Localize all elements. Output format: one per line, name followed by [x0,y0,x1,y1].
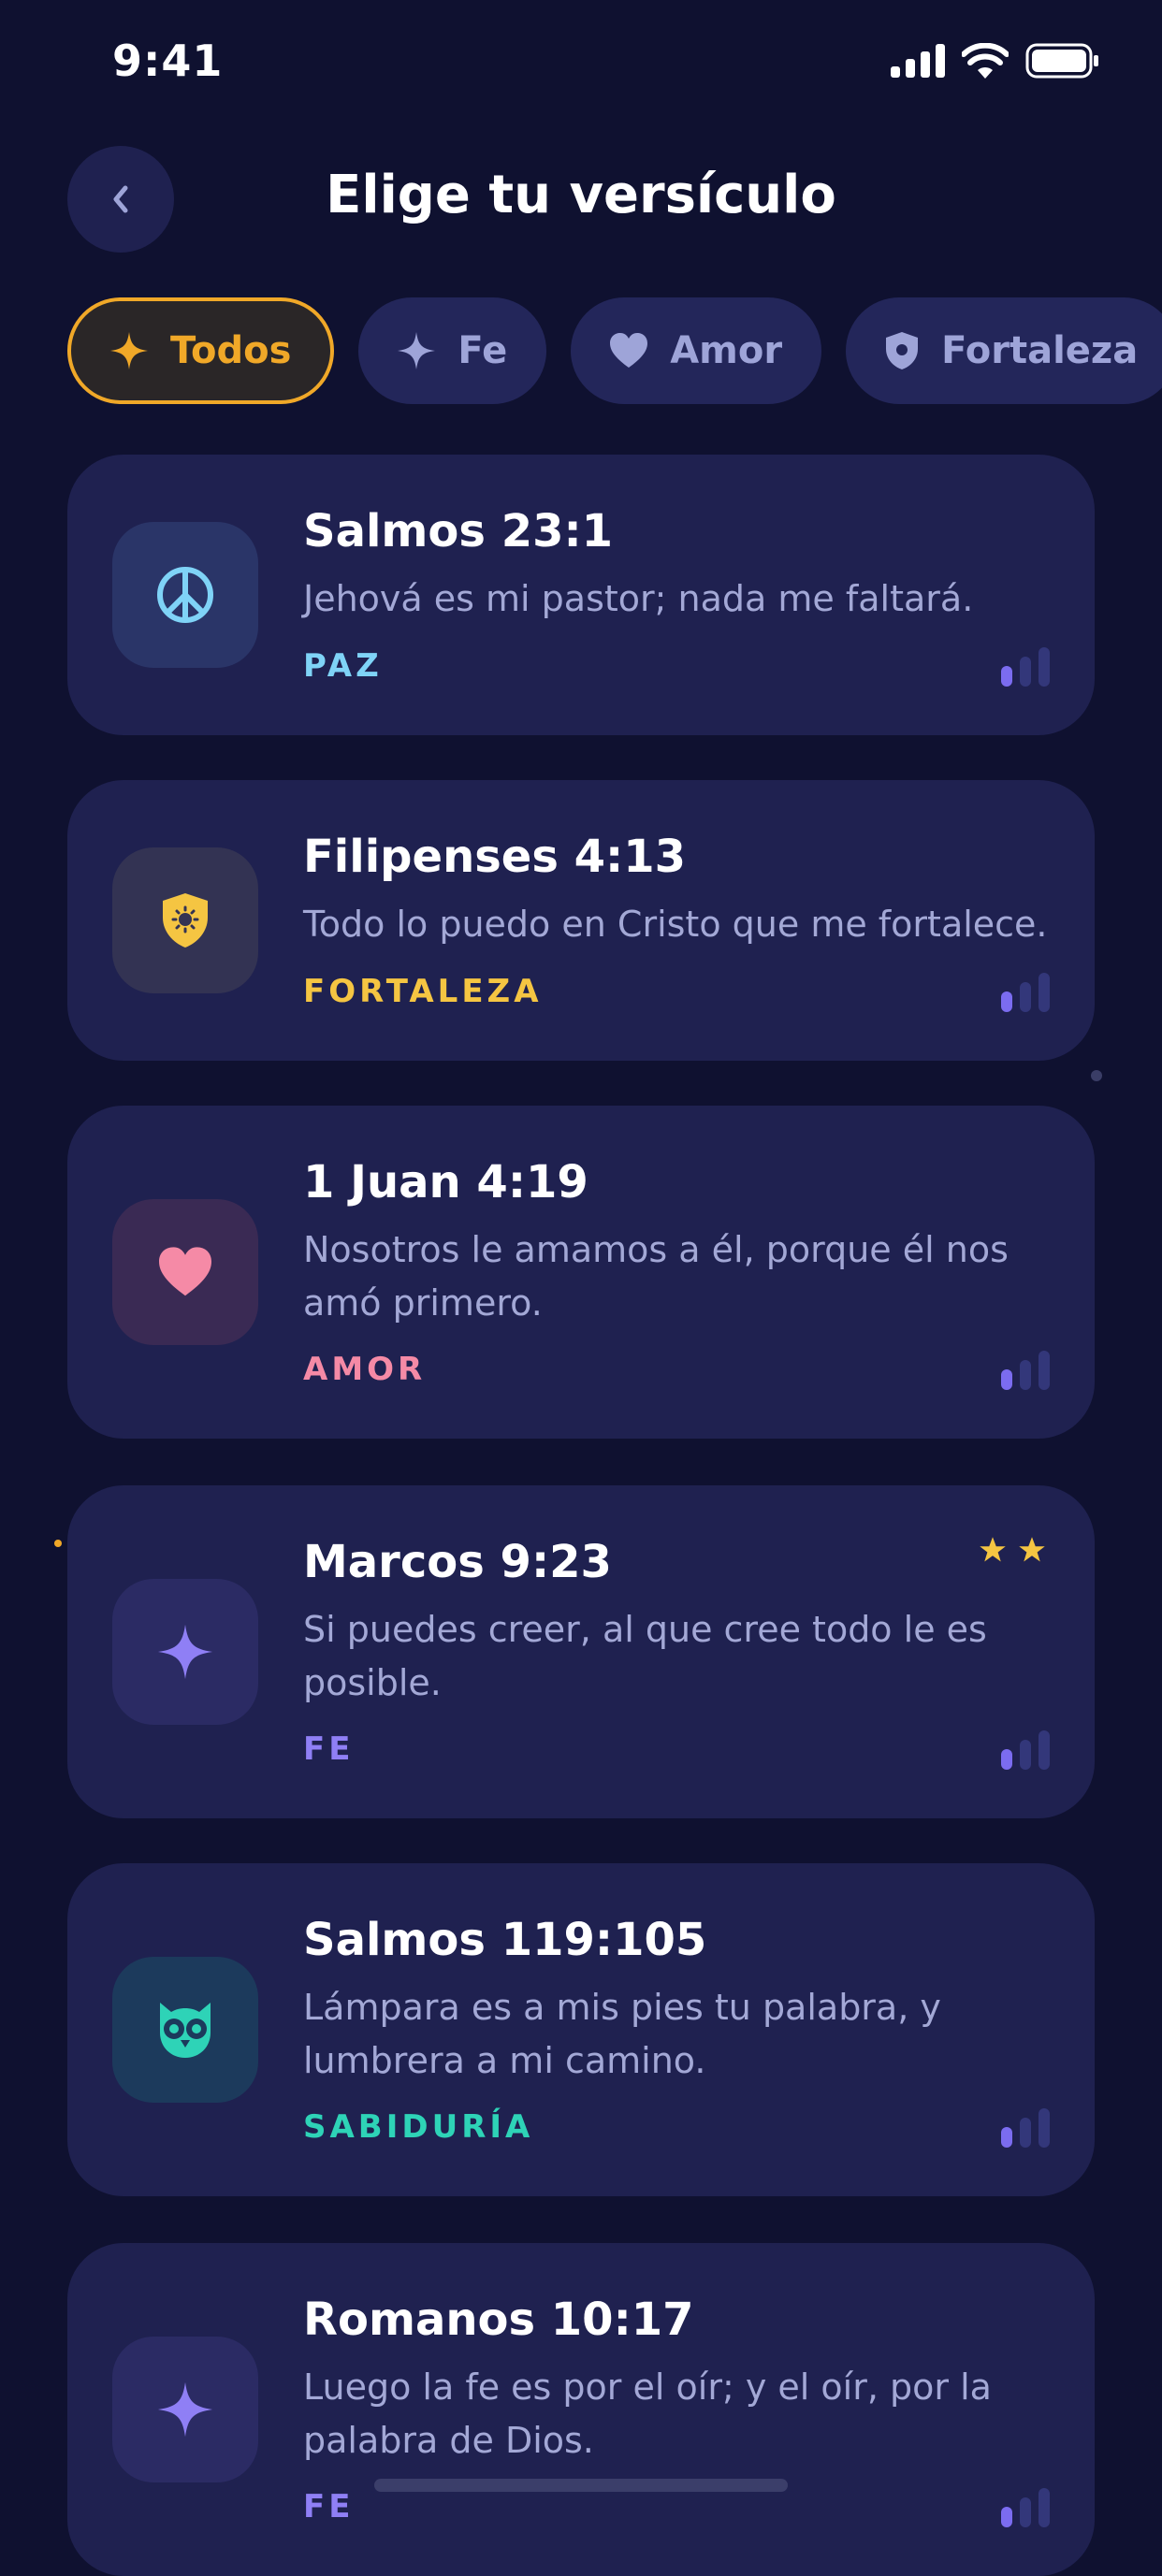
filter-chip-amor[interactable]: Amor [571,297,822,404]
rating-stars [979,1536,1046,1564]
verse-tag: SABIDURÍA [303,2108,534,2146]
filter-chip-label: Fe [458,329,508,372]
icon-tile [112,2337,258,2482]
home-indicator[interactable] [374,2479,788,2492]
verse-reference: 1 Juan 4:19 [303,1156,588,1208]
star-icon [1019,1537,1045,1562]
status-time: 9:41 [112,36,224,86]
verse-text: Jehová es mi pastor; nada me faltará. [303,578,974,619]
verse-tag: FORTALEZA [303,973,543,1010]
decorative-dot [54,1540,62,1547]
level-indicator [1001,647,1050,687]
filter-chip-label: Fortaleza [941,329,1139,372]
verse-card[interactable]: Salmos 119:105 Lámpara es a mis pies tu … [67,1863,1095,2196]
verse-text: Nosotros le amamos a él, porque él nos a… [303,1229,1009,1324]
sparkle-icon [157,1624,213,1680]
shield-icon [886,332,919,369]
decorative-dot [1091,1070,1102,1081]
verse-card[interactable]: Marcos 9:23 Si puedes creer, al que cree… [67,1485,1095,1818]
filter-chip-label: Amor [670,329,783,372]
verse-tag: FE [303,1730,355,1768]
verse-card[interactable]: 1 Juan 4:19 Nosotros le amamos a él, por… [67,1106,1095,1439]
filter-chip-label: Todos [170,329,292,372]
level-indicator [1001,2488,1050,2527]
icon-tile [112,1199,258,1345]
heart-icon [159,1247,211,1296]
level-indicator [1001,973,1050,1012]
icon-tile [112,847,258,993]
verse-text: Luego la fe es por el oír; y el oír, por… [303,2366,992,2461]
verse-text: Todo lo puedo en Cristo que me fortalece… [303,904,1048,945]
verse-card[interactable]: Salmos 23:1 Jehová es mi pastor; nada me… [67,455,1095,735]
star-icon [980,1537,1006,1562]
icon-tile [112,1579,258,1725]
sparkle-icon [157,2381,213,2438]
battery-icon [1025,43,1098,79]
level-indicator [1001,2108,1050,2148]
owl-icon [160,2003,211,2058]
level-indicator [1001,1351,1050,1390]
sparkle-icon [398,332,436,369]
verse-reference: Marcos 9:23 [303,1536,612,1588]
level-indicator [1001,1730,1050,1770]
sparkle-icon [110,332,148,369]
filter-chip-fe[interactable]: Fe [358,297,547,404]
shield-icon [163,893,208,948]
status-icons [891,43,1100,79]
wifi-icon [962,43,1009,79]
page-title: Elige tu versículo [326,165,836,225]
heart-icon [610,333,648,368]
verse-tag: FE [303,2488,355,2525]
signal-icon [891,44,945,78]
verse-reference: Salmos 23:1 [303,505,614,557]
verse-reference: Filipenses 4:13 [303,831,687,883]
filter-chips: Todos Fe Amor Fortaleza [67,297,1162,404]
verse-reference: Romanos 10:17 [303,2294,694,2346]
peace-icon [157,567,213,623]
verse-reference: Salmos 119:105 [303,1914,707,1966]
icon-tile [112,522,258,668]
verse-text: Lámpara es a mis pies tu palabra, y lumb… [303,1987,941,2081]
icon-tile [112,1957,258,2103]
verse-text: Si puedes creer, al que cree todo le es … [303,1609,987,1703]
filter-chip-fortaleza[interactable]: Fortaleza [846,297,1162,404]
verse-card[interactable]: Filipenses 4:13 Todo lo puedo en Cristo … [67,780,1095,1061]
verse-tag: AMOR [303,1351,427,1388]
verse-tag: PAZ [303,647,383,685]
verse-card[interactable]: Romanos 10:17 Luego la fe es por el oír;… [67,2243,1095,2576]
filter-chip-todos[interactable]: Todos [67,297,335,404]
